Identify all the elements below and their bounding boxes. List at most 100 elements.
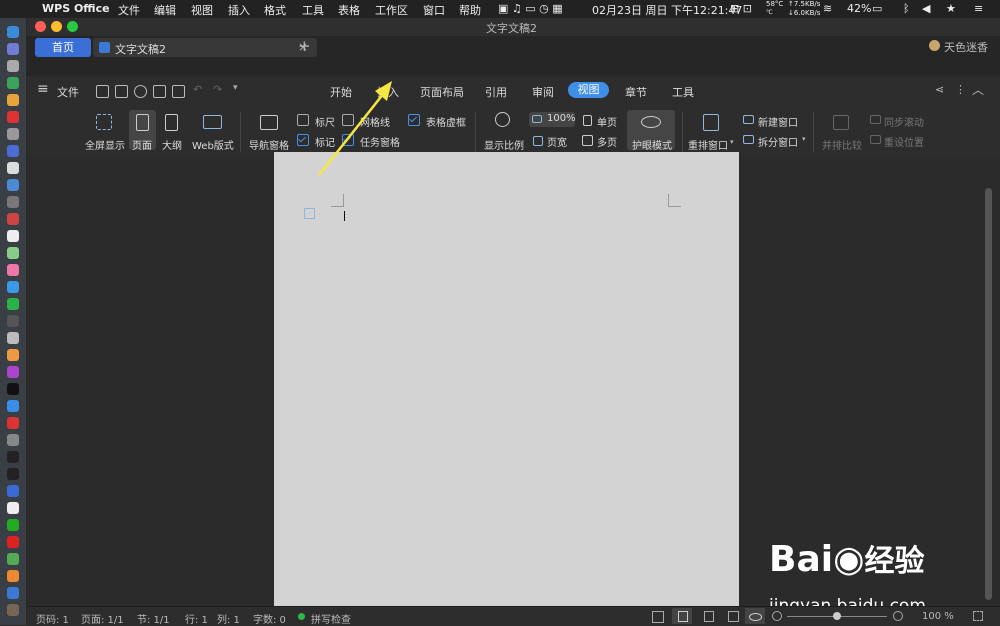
table-grid-checkbox[interactable] bbox=[408, 114, 420, 126]
multi-page-icon[interactable] bbox=[582, 135, 593, 146]
calendar-icon[interactable] bbox=[7, 213, 19, 225]
quick-access-dropdown-icon[interactable]: ▾ bbox=[233, 83, 238, 93]
spell-check-button[interactable]: 拼写检查 bbox=[311, 611, 351, 626]
menu-window[interactable]: 窗口 bbox=[423, 2, 445, 18]
zoom-ratio-icon[interactable] bbox=[495, 112, 510, 127]
zoom-ratio-button[interactable]: 显示比例 bbox=[484, 137, 524, 152]
sync-scroll-button[interactable]: 同步滚动 bbox=[884, 114, 924, 129]
yandex-icon[interactable] bbox=[7, 502, 19, 514]
collapse-ribbon-icon[interactable]: ︿ bbox=[972, 81, 984, 98]
close-window-button[interactable] bbox=[35, 21, 46, 32]
app-icon-11[interactable] bbox=[7, 519, 19, 531]
photos-icon[interactable] bbox=[7, 264, 19, 276]
wps-icon[interactable] bbox=[7, 587, 19, 599]
format-painter-icon[interactable] bbox=[134, 85, 147, 98]
status-page[interactable]: 页面: 1/1 bbox=[81, 611, 124, 626]
nav-pane-button[interactable]: 导航窗格 bbox=[249, 137, 289, 152]
web-layout-icon[interactable] bbox=[203, 115, 222, 129]
vivaldi-icon[interactable] bbox=[7, 417, 19, 429]
menu-table[interactable]: 表格 bbox=[338, 2, 360, 18]
vpn-icon[interactable] bbox=[7, 485, 19, 497]
share-icon[interactable]: ⋖ bbox=[935, 83, 944, 96]
activity-icon[interactable] bbox=[7, 468, 19, 480]
spell-check-icon[interactable] bbox=[298, 613, 305, 620]
notes-icon[interactable] bbox=[7, 230, 19, 242]
reset-position-button[interactable]: 重设位置 bbox=[884, 134, 924, 149]
status-word-count[interactable]: 字数: 0 bbox=[253, 611, 286, 626]
trash-icon[interactable] bbox=[7, 604, 19, 616]
fullscreen-status-icon[interactable] bbox=[652, 611, 664, 623]
app-icon-3[interactable] bbox=[7, 128, 19, 140]
status-page-code[interactable]: 页码: 1 bbox=[36, 611, 69, 626]
tab-review[interactable]: 审阅 bbox=[532, 84, 554, 100]
tv-icon[interactable] bbox=[7, 383, 19, 395]
minimize-window-button[interactable] bbox=[51, 21, 62, 32]
outline-status-icon[interactable] bbox=[704, 611, 714, 622]
app-icon-8[interactable] bbox=[7, 315, 19, 327]
open-folder-icon[interactable] bbox=[96, 85, 109, 98]
zoom-100-button[interactable]: 100% bbox=[529, 112, 576, 127]
app-icon-6[interactable] bbox=[7, 179, 19, 191]
tab-view[interactable]: 视图 bbox=[568, 82, 609, 98]
siri-icon[interactable] bbox=[7, 43, 19, 55]
zoom-level[interactable]: 100 % bbox=[922, 611, 954, 622]
terminal-icon[interactable] bbox=[7, 451, 19, 463]
chrome-icon[interactable] bbox=[7, 94, 19, 106]
hamburger-menu-icon[interactable]: ≡ bbox=[37, 81, 49, 97]
zoom-in-icon[interactable] bbox=[893, 611, 903, 621]
multi-page-button[interactable]: 多页 bbox=[597, 134, 617, 149]
rearrange-dropdown-icon[interactable]: ▾ bbox=[730, 138, 734, 146]
finder-icon[interactable] bbox=[7, 26, 19, 38]
tab-page-layout[interactable]: 页面布局 bbox=[420, 84, 464, 100]
save-icon[interactable] bbox=[115, 85, 128, 98]
app-icon-1[interactable] bbox=[7, 77, 19, 89]
web-layout-button[interactable]: Web版式 bbox=[192, 137, 234, 152]
split-window-button[interactable]: 拆分窗口 bbox=[758, 134, 798, 149]
tab-chapter[interactable]: 章节 bbox=[625, 84, 647, 100]
undo-icon[interactable]: ↶ bbox=[193, 83, 202, 96]
new-window-icon[interactable] bbox=[743, 115, 754, 124]
volume-icon[interactable]: ◀ bbox=[922, 2, 930, 15]
menu-help[interactable]: 帮助 bbox=[459, 2, 481, 18]
eye-mode-status-button[interactable] bbox=[745, 608, 765, 624]
podcasts-icon[interactable] bbox=[7, 366, 19, 378]
eye-mode-button[interactable]: 护眼模式 bbox=[627, 110, 675, 152]
battery-icon[interactable]: ▭ bbox=[872, 2, 882, 15]
app-icon-14[interactable] bbox=[7, 570, 19, 582]
print-icon[interactable] bbox=[153, 85, 166, 98]
status-section[interactable]: 节: 1/1 bbox=[137, 611, 170, 626]
menu-file[interactable]: 文件 bbox=[118, 2, 140, 18]
zoom-slider-handle[interactable] bbox=[833, 612, 841, 620]
page-width-icon[interactable] bbox=[533, 136, 543, 146]
home-tab[interactable]: 首页 bbox=[35, 38, 91, 57]
bluetooth-icon[interactable]: ᛒ bbox=[903, 2, 910, 15]
wifi-icon[interactable]: ≋ bbox=[823, 2, 832, 15]
outline-icon[interactable] bbox=[165, 114, 178, 131]
zoom-window-button[interactable] bbox=[67, 21, 78, 32]
status-icons[interactable]: ▣ ♫ ▭ ◷ ▦ bbox=[498, 2, 563, 15]
document-page[interactable] bbox=[274, 152, 739, 606]
app-icon-4[interactable] bbox=[7, 145, 19, 157]
wechat-icon[interactable] bbox=[7, 298, 19, 310]
side-by-side-icon[interactable] bbox=[833, 115, 849, 130]
fullscreen-button[interactable]: 全屏显示 bbox=[85, 137, 125, 152]
more-options-icon[interactable]: ⋮ bbox=[955, 83, 966, 96]
grid-status-icon[interactable]: ⊞ ⊡ bbox=[730, 2, 752, 15]
music-icon[interactable] bbox=[7, 349, 19, 361]
add-tab-button[interactable]: + bbox=[298, 37, 311, 55]
redo-icon[interactable]: ↷ bbox=[213, 83, 222, 96]
reset-position-icon[interactable] bbox=[870, 135, 881, 144]
zoom-out-icon[interactable] bbox=[772, 611, 782, 621]
menu-insert[interactable]: 插入 bbox=[228, 2, 250, 18]
menu-workspace[interactable]: 工作区 bbox=[375, 2, 408, 18]
list-menu-icon[interactable]: ≡ bbox=[974, 2, 983, 15]
status-column[interactable]: 列: 1 bbox=[217, 611, 240, 626]
app-icon-13[interactable] bbox=[7, 553, 19, 565]
split-window-dropdown-icon[interactable]: ▾ bbox=[802, 135, 806, 143]
app-icon-7[interactable] bbox=[7, 196, 19, 208]
clock-datetime[interactable]: 02月23日 周日 下午12:21:47 bbox=[592, 2, 742, 18]
user-name[interactable]: 天色迷香 bbox=[944, 39, 988, 55]
new-window-button[interactable]: 新建窗口 bbox=[758, 114, 798, 129]
rearrange-window-button[interactable]: 重排窗口 bbox=[688, 137, 728, 152]
user-avatar[interactable] bbox=[929, 40, 940, 51]
